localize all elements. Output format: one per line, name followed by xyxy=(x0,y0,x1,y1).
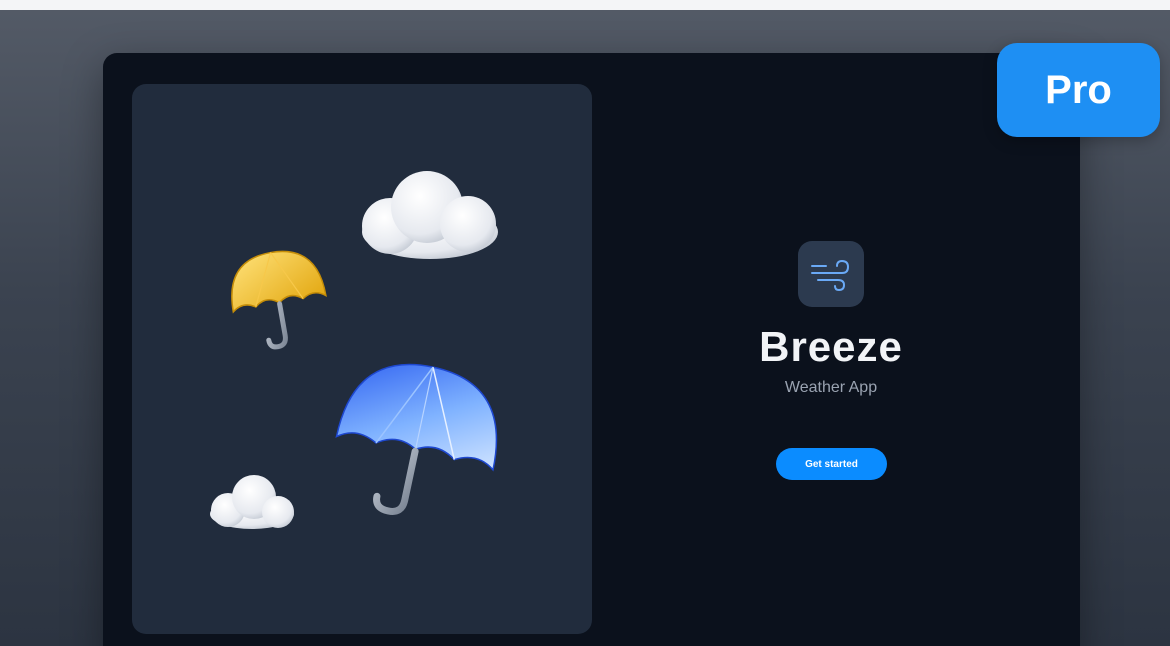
wind-icon xyxy=(811,259,850,292)
blue-umbrella-icon xyxy=(335,363,498,515)
app-icon xyxy=(798,241,864,307)
weather-illustration xyxy=(210,171,498,529)
cloud-small-icon xyxy=(210,475,294,529)
app-subtitle: Weather App xyxy=(784,379,878,396)
illustration-panel xyxy=(132,84,592,634)
app-title: Breeze xyxy=(759,323,903,370)
device-frame: Breeze Weather App Get started xyxy=(103,53,1080,646)
top-strip xyxy=(0,0,1170,10)
cloud-large-icon xyxy=(362,171,498,259)
pro-badge: Pro xyxy=(997,43,1160,137)
get-started-button[interactable]: Get started xyxy=(776,448,887,480)
yellow-umbrella-icon xyxy=(231,250,327,350)
